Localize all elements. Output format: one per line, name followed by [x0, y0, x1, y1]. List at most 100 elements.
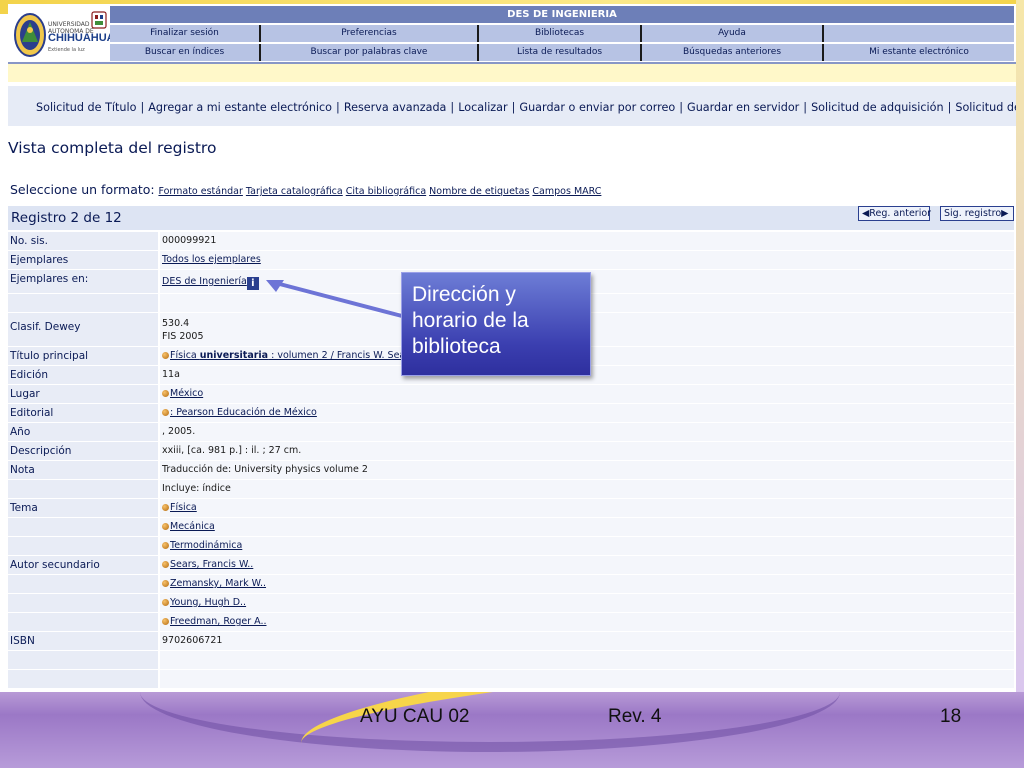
page-title: Vista completa del registro [8, 139, 217, 157]
format-catalog-card-link[interactable]: Tarjeta catalográfica [246, 186, 343, 197]
bullet-icon [162, 352, 169, 359]
author-link[interactable]: Sears, Francis W.. [170, 559, 253, 570]
nav-row-primary: Finalizar sesión Preferencias Biblioteca… [110, 25, 1014, 42]
table-row: ISBN 9702606721 [8, 632, 1014, 651]
nav-keyword-search-link[interactable]: Buscar por palabras clave [261, 44, 479, 61]
place-link[interactable]: México [170, 388, 203, 399]
field-value: 000099921 [160, 232, 1014, 250]
field-label: Lugar [8, 385, 158, 403]
table-row: Descripción xxiii, [ca. 981 p.] : il. ; … [8, 442, 1014, 461]
field-label: Clasif. Dewey [8, 313, 158, 346]
separator: | [679, 101, 684, 114]
action-advanced-hold[interactable]: Reserva avanzada [344, 101, 447, 114]
header-cream-bar [8, 64, 1016, 82]
field-label: Ejemplares en: [8, 270, 158, 293]
format-tag-names-link[interactable]: Nombre de etiquetas [429, 186, 529, 197]
nav-empty-cell [824, 25, 1014, 42]
field-value: Young, Hugh D.. [160, 594, 1014, 612]
bullet-icon [162, 580, 169, 587]
bullet-icon [162, 618, 169, 625]
field-label: No. sis. [8, 232, 158, 250]
field-label [8, 575, 158, 593]
table-row [8, 670, 1014, 689]
nav-e-shelf-link[interactable]: Mi estante electrónico [824, 44, 1014, 61]
field-value: Termodinámica [160, 537, 1014, 555]
nav-results-list-link[interactable]: Lista de resultados [479, 44, 642, 61]
field-label: Tema [8, 499, 158, 517]
field-value [160, 651, 1014, 669]
nav-logout-link[interactable]: Finalizar sesión [110, 25, 261, 42]
nav-libraries-link[interactable]: Bibliotecas [479, 25, 642, 42]
field-label: Ejemplares [8, 251, 158, 269]
nav-row-secondary: Buscar en índices Buscar por palabras cl… [110, 44, 1014, 61]
table-row: Autor secundario Sears, Francis W.. [8, 556, 1014, 575]
field-value: Mecánica [160, 518, 1014, 536]
next-record-button[interactable]: Sig. registro▶ [940, 206, 1014, 221]
nav-preferences-link[interactable]: Preferencias [261, 25, 479, 42]
subject-link[interactable]: Mecánica [170, 521, 215, 532]
field-value: 9702606721 [160, 632, 1014, 650]
library-title-bar: DES DE INGENIERIA [110, 6, 1014, 23]
author-link[interactable]: Young, Hugh D.. [170, 597, 246, 608]
field-label [8, 613, 158, 631]
field-value: México [160, 385, 1014, 403]
previous-record-button[interactable]: ◀Reg. anterior [858, 206, 931, 221]
separator: | [450, 101, 455, 114]
field-label [8, 480, 158, 498]
author-link[interactable]: Zemansky, Mark W.. [170, 578, 266, 589]
table-row: Incluye: índice [8, 480, 1014, 499]
field-label: Edición [8, 366, 158, 384]
field-label: Año [8, 423, 158, 441]
university-logo: UNIVERSIDAD AUTONOMA DE CHIHUAHUA Extien… [10, 6, 115, 64]
table-row: No. sis. 000099921 [8, 232, 1014, 251]
annotation-callout: Dirección y horario de la biblioteca [401, 272, 591, 376]
logo-university-name: CHIHUAHUA [48, 32, 115, 44]
logo-university-sub: Extiende la luz [48, 47, 85, 53]
action-add-eshelf[interactable]: Agregar a mi estante electrónico [148, 101, 332, 114]
bullet-icon [162, 561, 169, 568]
field-label: ISBN [8, 632, 158, 650]
table-row: Young, Hugh D.. [8, 594, 1014, 613]
table-row: Termodinámica [8, 537, 1014, 556]
table-row: Nota Traducción de: University physics v… [8, 461, 1014, 480]
field-value [160, 670, 1014, 688]
bullet-icon [162, 523, 169, 530]
bullet-icon [162, 409, 169, 416]
field-value: xxiii, [ca. 981 p.] : il. ; 27 cm. [160, 442, 1014, 460]
slide-right-strip [1016, 0, 1024, 700]
action-request-title[interactable]: Solicitud de Título [36, 101, 136, 114]
field-value: Todos los ejemplares [160, 251, 1014, 269]
table-row: Zemansky, Mark W.. [8, 575, 1014, 594]
field-value: Incluye: índice [160, 480, 1014, 498]
library-location-link[interactable]: DES de Ingeniería [162, 276, 247, 287]
title-text: Física [170, 350, 200, 361]
publisher-link[interactable]: : Pearson Educación de México [170, 407, 317, 418]
action-pib-request[interactable]: Solicitud de PIB [955, 101, 1016, 114]
format-marc-link[interactable]: Campos MARC [532, 186, 601, 197]
action-locate[interactable]: Localizar [458, 101, 507, 114]
all-items-link[interactable]: Todos los ejemplares [162, 254, 261, 265]
nav-help-link[interactable]: Ayuda [642, 25, 824, 42]
field-value: Zemansky, Mark W.. [160, 575, 1014, 593]
info-icon[interactable]: i [246, 277, 259, 290]
action-acquisition-request[interactable]: Solicitud de adquisición [811, 101, 944, 114]
format-label: Seleccione un formato: [10, 182, 155, 197]
nav-previous-searches-link[interactable]: Búsquedas anteriores [642, 44, 824, 61]
action-save-server[interactable]: Guardar en servidor [687, 101, 799, 114]
footer-revision: Rev. 4 [608, 706, 662, 727]
action-save-email[interactable]: Guardar o enviar por correo [519, 101, 675, 114]
footer-decoration [296, 692, 1024, 768]
nav-index-search-link[interactable]: Buscar en índices [110, 44, 261, 61]
subject-link[interactable]: Termodinámica [170, 540, 242, 551]
format-citation-link[interactable]: Cita bibliográfica [346, 186, 426, 197]
crest-icon [91, 11, 107, 29]
bullet-icon [162, 542, 169, 549]
bullet-icon [162, 504, 169, 511]
footer-page-number: 18 [940, 706, 962, 727]
subject-link[interactable]: Física [170, 502, 197, 513]
author-link[interactable]: Freedman, Roger A.. [170, 616, 266, 627]
table-row: Freedman, Roger A.. [8, 613, 1014, 632]
format-standard-link[interactable]: Formato estándar [158, 186, 242, 197]
table-row: Editorial : Pearson Educación de México [8, 404, 1014, 423]
table-row: Ejemplares Todos los ejemplares [8, 251, 1014, 270]
